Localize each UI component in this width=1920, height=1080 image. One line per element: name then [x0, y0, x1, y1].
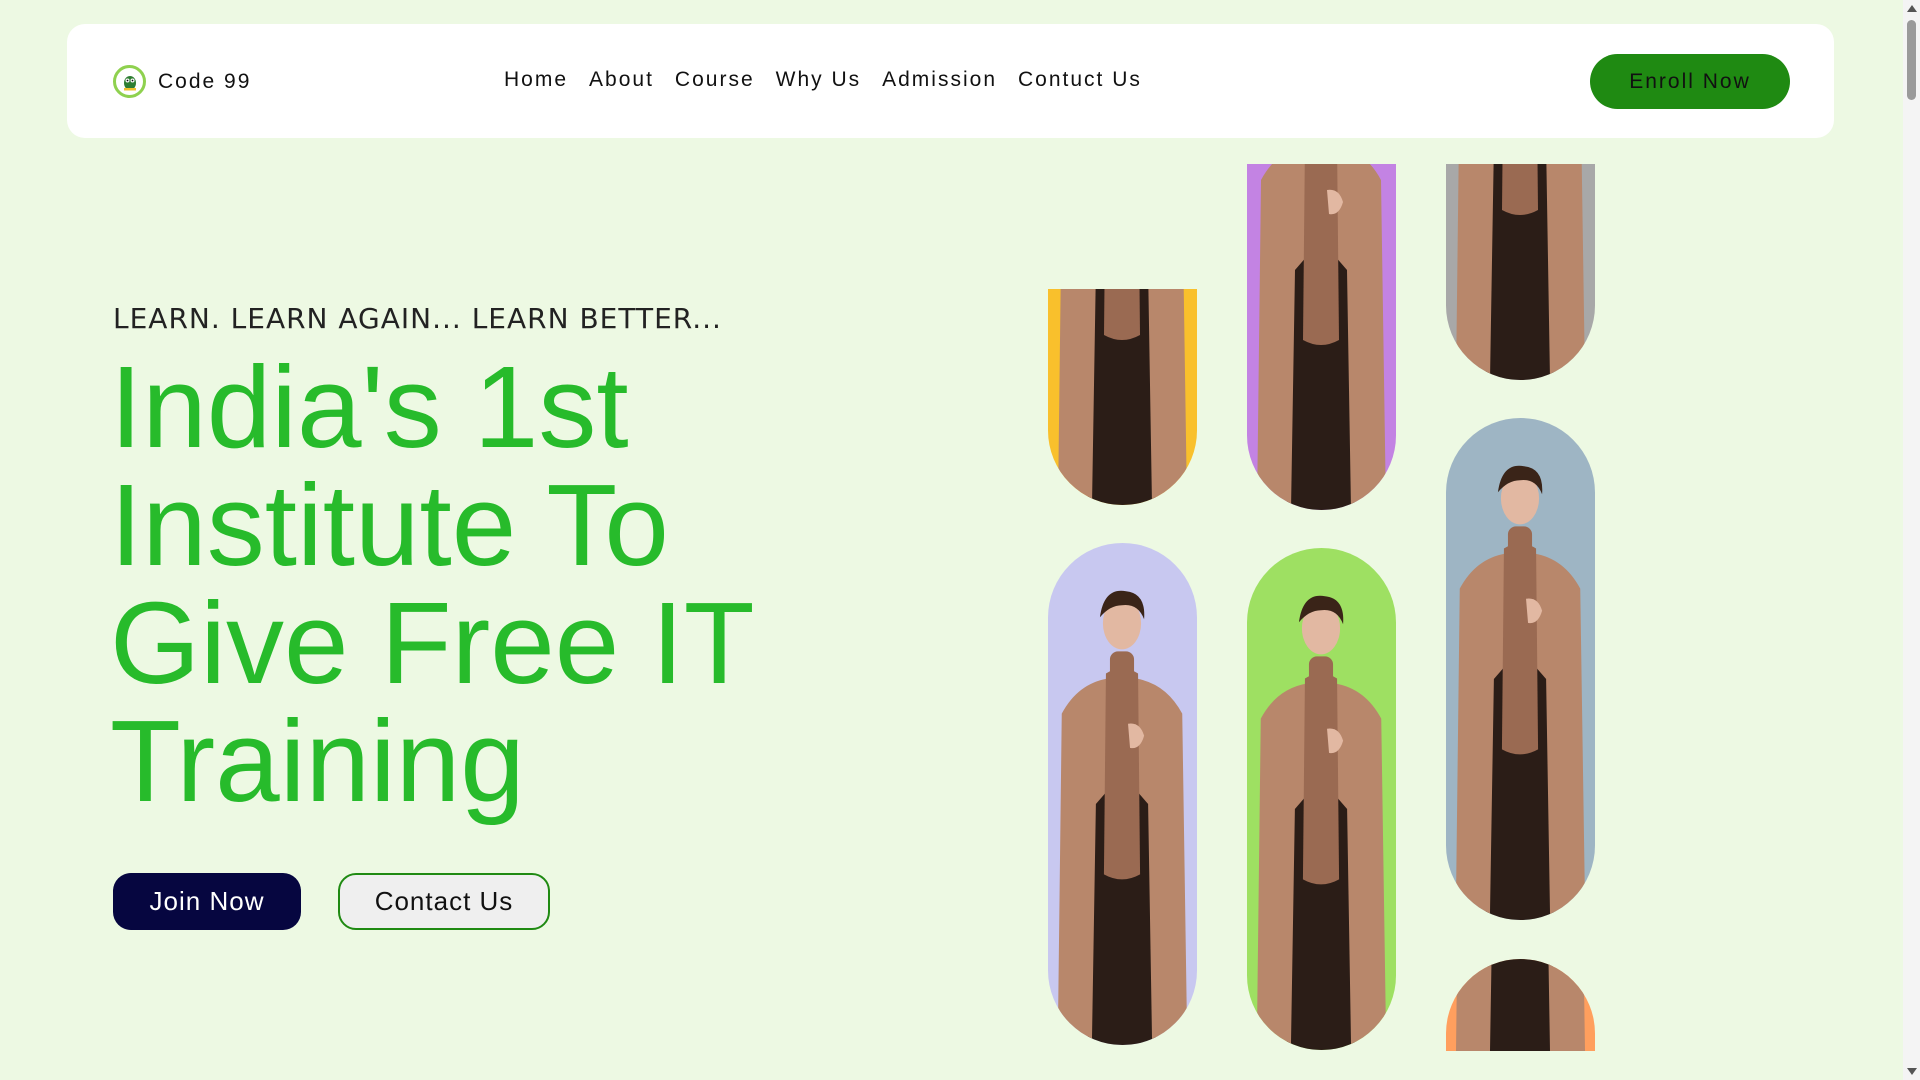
man-in-coat-photo [1456, 959, 1585, 1051]
scroll-up-arrow-icon[interactable] [1907, 5, 1917, 12]
man-in-coat-photo [1256, 595, 1387, 1050]
brand-name: Code 99 [158, 69, 252, 93]
man-in-coat-photo [1456, 164, 1585, 380]
gallery-photo [1446, 959, 1595, 1051]
gallery-photo [1247, 164, 1396, 510]
brand[interactable]: Code 99 [113, 65, 251, 98]
gallery-photo [1247, 548, 1396, 1050]
gallery-photo [1446, 164, 1595, 380]
man-in-coat-photo [1057, 590, 1188, 1045]
enroll-now-button[interactable]: Enroll Now [1590, 54, 1790, 109]
nav-link-home[interactable]: Home [504, 68, 568, 92]
join-now-button[interactable]: Join Now [113, 873, 301, 930]
hero-tagline: LEARN. LEARN AGAIN... LEARN BETTER... [113, 302, 722, 335]
gallery-photo [1446, 418, 1595, 920]
page-scrollbar[interactable] [1903, 0, 1920, 1080]
nav-link-course[interactable]: Course [675, 68, 755, 92]
man-in-coat-photo [1455, 465, 1586, 920]
navbar: Code 99 Home About Course Why Us Admissi… [67, 24, 1834, 138]
main-menu: Home About Course Why Us Admission Contu… [504, 68, 1142, 92]
nav-link-admission[interactable]: Admission [882, 68, 997, 92]
nav-link-why-us[interactable]: Why Us [776, 68, 862, 92]
gallery-photo [1048, 289, 1197, 505]
gallery-photo [1048, 543, 1197, 1045]
scroll-down-arrow-icon[interactable] [1907, 1068, 1917, 1075]
man-in-coat-photo [1257, 164, 1386, 510]
man-in-coat-photo [1058, 289, 1187, 505]
nav-link-about[interactable]: About [589, 68, 654, 92]
scroll-thumb[interactable] [1907, 20, 1916, 100]
hero-headline: India's 1st Institute To Give Free IT Tr… [110, 342, 753, 826]
photo-gallery [1048, 164, 1598, 1051]
nav-link-contact[interactable]: Contuct Us [1018, 68, 1142, 92]
contact-us-button[interactable]: Contact Us [338, 873, 550, 930]
owl-logo-icon [113, 65, 146, 98]
